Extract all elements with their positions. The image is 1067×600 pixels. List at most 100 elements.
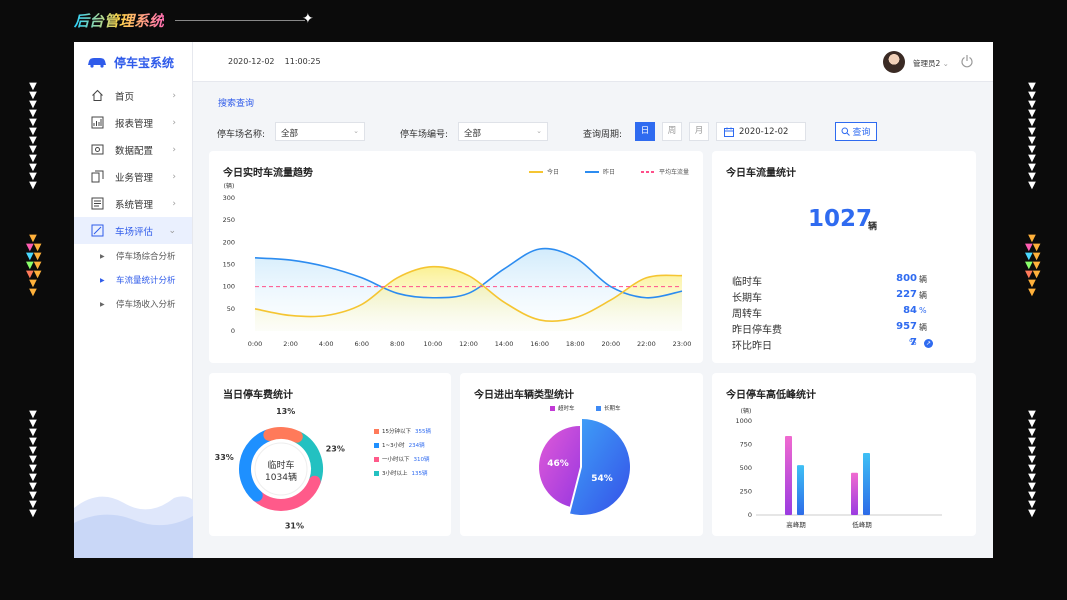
y-axis-unit: (辆) <box>741 407 752 415</box>
trend-up-icon: ↗ <box>924 339 933 348</box>
x-tick-label: 4:00 <box>319 340 334 348</box>
x-tick-label: 2:00 <box>283 340 298 348</box>
donut-pct-label: 23% <box>326 445 345 454</box>
right-arrow-deco-top: ▼ ▼ ▼ ▼ ▼ ▼ ▼ ▼ ▼ ▼ ▼ ▼ <box>1028 81 1036 191</box>
y-tick-label: 100 <box>223 283 235 291</box>
x-tick-label: 6:00 <box>354 340 369 348</box>
chevron-right-icon: › <box>172 171 176 182</box>
sidebar-item-business[interactable]: 业务管理 › <box>74 163 192 190</box>
bar <box>863 452 870 515</box>
parking-name-label: 停车场名称: <box>217 130 266 140</box>
parking-name-select[interactable]: 全部 ⌄ <box>275 122 365 141</box>
parking-fee-donut: 23% 31% 33% 13% 临时车1034辆 <box>215 407 345 530</box>
y-tick-label: 0 <box>748 511 752 519</box>
sidebar-subitem-label: 车流量统计分析 <box>116 276 176 286</box>
sidebar-item-label: 系统管理 <box>115 199 154 211</box>
sidebar-item-evaluate[interactable]: 车场评估 ⌄ <box>74 217 192 244</box>
y-tick-label: 150 <box>223 261 235 269</box>
chevron-right-icon: › <box>172 90 176 101</box>
datetime: 2020-12-02 11:00:25 <box>228 57 321 66</box>
traffic-trend-chart: (辆) 0 50 100 150 200 250 300 0:00 2:00 4:00 6:00 8:0… <box>223 182 692 348</box>
current-time: 11:00:25 <box>284 57 321 66</box>
y-tick-label: 250 <box>740 488 752 496</box>
bar <box>797 465 804 515</box>
power-icon[interactable] <box>960 54 974 68</box>
period-week-button[interactable]: 周 <box>662 122 682 141</box>
sidebar-item-label: 数据配置 <box>115 145 154 157</box>
y-tick-label: 300 <box>223 194 235 202</box>
x-tick-label: 20:00 <box>601 340 620 348</box>
sidebar-subitem-traffic[interactable]: ▶ 车流量统计分析 <box>74 268 192 292</box>
bullet-icon: ▶ <box>100 252 105 260</box>
vehicle-type-card: 今日进出车辆类型统计 超时车 长期车 46% 54% <box>460 373 703 536</box>
fee-legend-item: 15分钟以下 355辆 <box>374 427 431 435</box>
x-tick-label: 0:00 <box>248 340 263 348</box>
left-arrow-deco-top: ▼ ▼ ▼ ▼ ▼ ▼ ▼ ▼ ▼ ▼ ▼ ▼ <box>29 81 37 191</box>
y-tick-label: 250 <box>223 216 235 224</box>
outer-title: 后台管理系统 <box>74 12 165 30</box>
period-day-button[interactable]: 日 <box>635 122 655 141</box>
donut-pct-label: 33% <box>215 453 234 462</box>
sidebar-wave-decoration <box>74 496 193 558</box>
sidebar-subitem-income[interactable]: ▶ 停车场收入分析 <box>74 292 192 316</box>
donut-pct-label: 13% <box>276 407 295 416</box>
query-button[interactable]: 查询 <box>835 122 877 141</box>
chevron-right-icon: › <box>172 144 176 155</box>
config-icon <box>90 143 104 157</box>
parking-name-value: 全部 <box>281 129 299 139</box>
stat-row-temp: 临时车 800 辆 <box>732 273 927 288</box>
parking-code-select[interactable]: 全部 ⌄ <box>458 122 548 141</box>
stat-row-long: 长期车 227 辆 <box>732 289 927 304</box>
parking-code-value: 全部 <box>464 129 482 139</box>
system-icon <box>90 197 104 211</box>
total-unit: 辆 <box>868 222 878 232</box>
brand-logo[interactable]: 停车宝系统 <box>74 42 192 82</box>
y-tick-label: 0 <box>231 327 235 335</box>
stat-row-fee: 昨日停车费 957 辆 <box>732 321 927 336</box>
x-tick-label: 22:00 <box>637 340 656 348</box>
bullet-icon: ▶ <box>100 276 105 284</box>
stat-row-compare: 环比昨日 7% ↗ <box>732 337 933 352</box>
peak-bar-chart: (辆) 0 250 500 750 1000 高峰期 低峰期 <box>735 407 942 529</box>
search-section-title: 搜索查询 <box>218 99 255 109</box>
home-icon <box>90 89 104 103</box>
search-icon <box>841 127 851 136</box>
left-arrow-deco-mid: ▼ ▼▼ ▼▼ ▼▼ ▼▼ ▼ ▼ <box>26 233 42 298</box>
sidebar-item-home[interactable]: 首页 › <box>74 82 192 109</box>
avatar[interactable] <box>883 51 905 73</box>
bar <box>851 472 858 515</box>
bar <box>785 436 792 515</box>
right-arrow-deco-bottom: ▼ ▼ ▼ ▼ ▼ ▼ ▼ ▼ ▼ ▼ ▼ ▼ <box>1028 409 1036 519</box>
y-tick-label: 750 <box>740 441 752 449</box>
period-label: 查询周期: <box>583 130 623 140</box>
date-picker[interactable]: 2020-12-02 <box>716 122 806 141</box>
business-icon <box>90 170 104 184</box>
x-tick-label: 高峰期 <box>786 520 806 529</box>
y-tick-label: 50 <box>227 305 235 313</box>
calendar-icon <box>724 127 734 137</box>
sidebar-item-label: 首页 <box>115 91 135 103</box>
x-tick-label: 14:00 <box>495 340 514 348</box>
filter-bar: 停车场名称: 全部 ⌄ 停车场编号: 全部 ⌄ 查询周期: 日 周 月 2020… <box>74 122 993 144</box>
y-axis-unit: (辆) <box>224 182 235 190</box>
right-arrow-deco-mid: ▼ ▼▼ ▼▼ ▼▼ ▼▼ ▼ ▼ <box>1025 233 1041 298</box>
period-month-button[interactable]: 月 <box>689 122 709 141</box>
y-tick-label: 500 <box>740 464 752 472</box>
x-tick-label: 18:00 <box>566 340 585 348</box>
donut-pct-label: 31% <box>285 521 304 530</box>
parking-fee-card: 当日停车费统计 23% 31% 33% 13% 临时车 1034辆 15分钟以下 355辆 … <box>209 373 451 536</box>
y-tick-label: 200 <box>223 238 235 246</box>
sidebar-item-label: 车场评估 <box>115 226 154 238</box>
sparkle-icon: ✦ <box>302 11 314 27</box>
peak-stats-card: 今日停车高低峰统计 (辆) 0 250 500 750 1000 高峰期 低峰期 <box>712 373 976 536</box>
sidebar-subitem-overall[interactable]: ▶ 停车场综合分析 <box>74 244 192 268</box>
fee-legend-item: 3小时以上 135辆 <box>374 469 428 477</box>
x-tick-label: 16:00 <box>530 340 549 348</box>
donut-center-value: 1034辆 <box>265 471 297 483</box>
x-tick-label: 12:00 <box>459 340 478 348</box>
parking-code-label: 停车场编号: <box>400 130 449 140</box>
stats-title: 今日车流量统计 <box>726 168 796 179</box>
date-value: 2020-12-02 <box>739 127 789 137</box>
user-menu[interactable]: 管理员2 ⌄ <box>913 58 949 69</box>
sidebar-item-system[interactable]: 系统管理 › <box>74 190 192 217</box>
